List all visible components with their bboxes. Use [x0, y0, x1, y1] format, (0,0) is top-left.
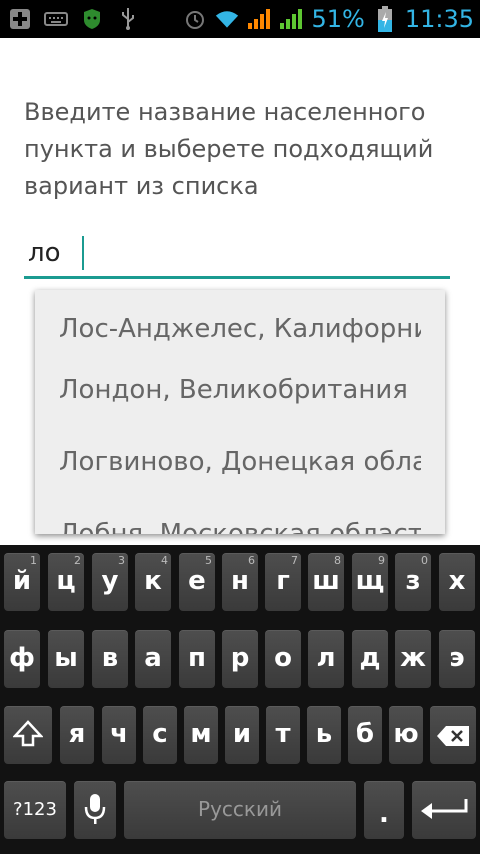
- clock: 11:35: [404, 5, 474, 33]
- symbols-key[interactable]: ?123: [4, 781, 66, 839]
- android-icon: [80, 7, 104, 31]
- key-ь[interactable]: ь: [307, 706, 341, 764]
- key-н[interactable]: 6н: [222, 553, 258, 611]
- suggestions-dropdown: Лос-Анджелес, Калифорния Лондон, Великоб…: [35, 290, 445, 534]
- key-э[interactable]: э: [439, 630, 475, 688]
- key-п[interactable]: п: [179, 630, 215, 688]
- enter-key[interactable]: [412, 781, 476, 839]
- key-ф[interactable]: ф: [4, 630, 40, 688]
- alarm-icon: [183, 7, 207, 31]
- status-bar: 51% 11:35: [0, 0, 480, 38]
- keyboard-icon: [44, 7, 68, 31]
- key-ц[interactable]: 2ц: [48, 553, 84, 611]
- shift-key[interactable]: [4, 706, 52, 764]
- search-input-value[interactable]: ло: [28, 238, 61, 268]
- key-д[interactable]: д: [352, 630, 388, 688]
- text-cursor: [82, 236, 84, 270]
- soft-keyboard: 1й 2ц 3у 4к 5е 6н 7г 8ш 9щ 0з х ф ы в а …: [0, 545, 480, 854]
- key-ш[interactable]: 8ш: [308, 553, 344, 611]
- voice-input-key[interactable]: [74, 781, 116, 839]
- key-ж[interactable]: ж: [395, 630, 431, 688]
- period-key[interactable]: .: [364, 781, 404, 839]
- key-в[interactable]: в: [92, 630, 128, 688]
- search-input[interactable]: ло: [24, 232, 450, 279]
- key-у[interactable]: 3у: [92, 553, 128, 611]
- key-з[interactable]: 0з: [395, 553, 431, 611]
- key-а[interactable]: а: [135, 630, 171, 688]
- suggestion-item[interactable]: Логвиново, Донецкая область: [59, 436, 421, 488]
- suggestion-item[interactable]: Лос-Анджелес, Калифорния: [59, 303, 421, 355]
- suggestion-item[interactable]: Лобня, Московская область: [59, 508, 421, 534]
- enter-icon: [420, 797, 468, 830]
- microphone-icon: [84, 793, 106, 834]
- instruction-text: Введите название населенного пункта и вы…: [24, 98, 434, 200]
- shift-icon: [12, 719, 44, 756]
- battery-percent: 51%: [311, 5, 365, 33]
- battery-icon: [373, 6, 397, 32]
- signal-icon: [247, 7, 271, 31]
- key-с[interactable]: с: [143, 706, 177, 764]
- usb-icon: [116, 7, 140, 31]
- key-и[interactable]: и: [225, 706, 259, 764]
- wifi-icon: [215, 7, 239, 31]
- key-ы[interactable]: ы: [48, 630, 84, 688]
- key-к[interactable]: 4к: [135, 553, 171, 611]
- key-х[interactable]: х: [439, 553, 475, 611]
- key-т[interactable]: т: [266, 706, 300, 764]
- key-м[interactable]: м: [184, 706, 218, 764]
- key-б[interactable]: б: [348, 706, 382, 764]
- signal-icon: [279, 7, 303, 31]
- key-р[interactable]: р: [222, 630, 258, 688]
- key-л[interactable]: л: [308, 630, 344, 688]
- backspace-icon: [436, 724, 470, 754]
- key-щ[interactable]: 9щ: [352, 553, 388, 611]
- backspace-key[interactable]: [430, 706, 476, 764]
- key-е[interactable]: 5е: [179, 553, 215, 611]
- suggestion-item[interactable]: Лондон, Великобритания: [59, 364, 421, 416]
- key-ю[interactable]: ю: [389, 706, 423, 764]
- space-key[interactable]: Русский: [124, 781, 356, 839]
- key-й[interactable]: 1й: [4, 553, 40, 611]
- key-ч[interactable]: ч: [102, 706, 136, 764]
- add-icon: [8, 7, 32, 31]
- key-г[interactable]: 7г: [265, 553, 301, 611]
- key-о[interactable]: о: [265, 630, 301, 688]
- key-я[interactable]: я: [60, 706, 94, 764]
